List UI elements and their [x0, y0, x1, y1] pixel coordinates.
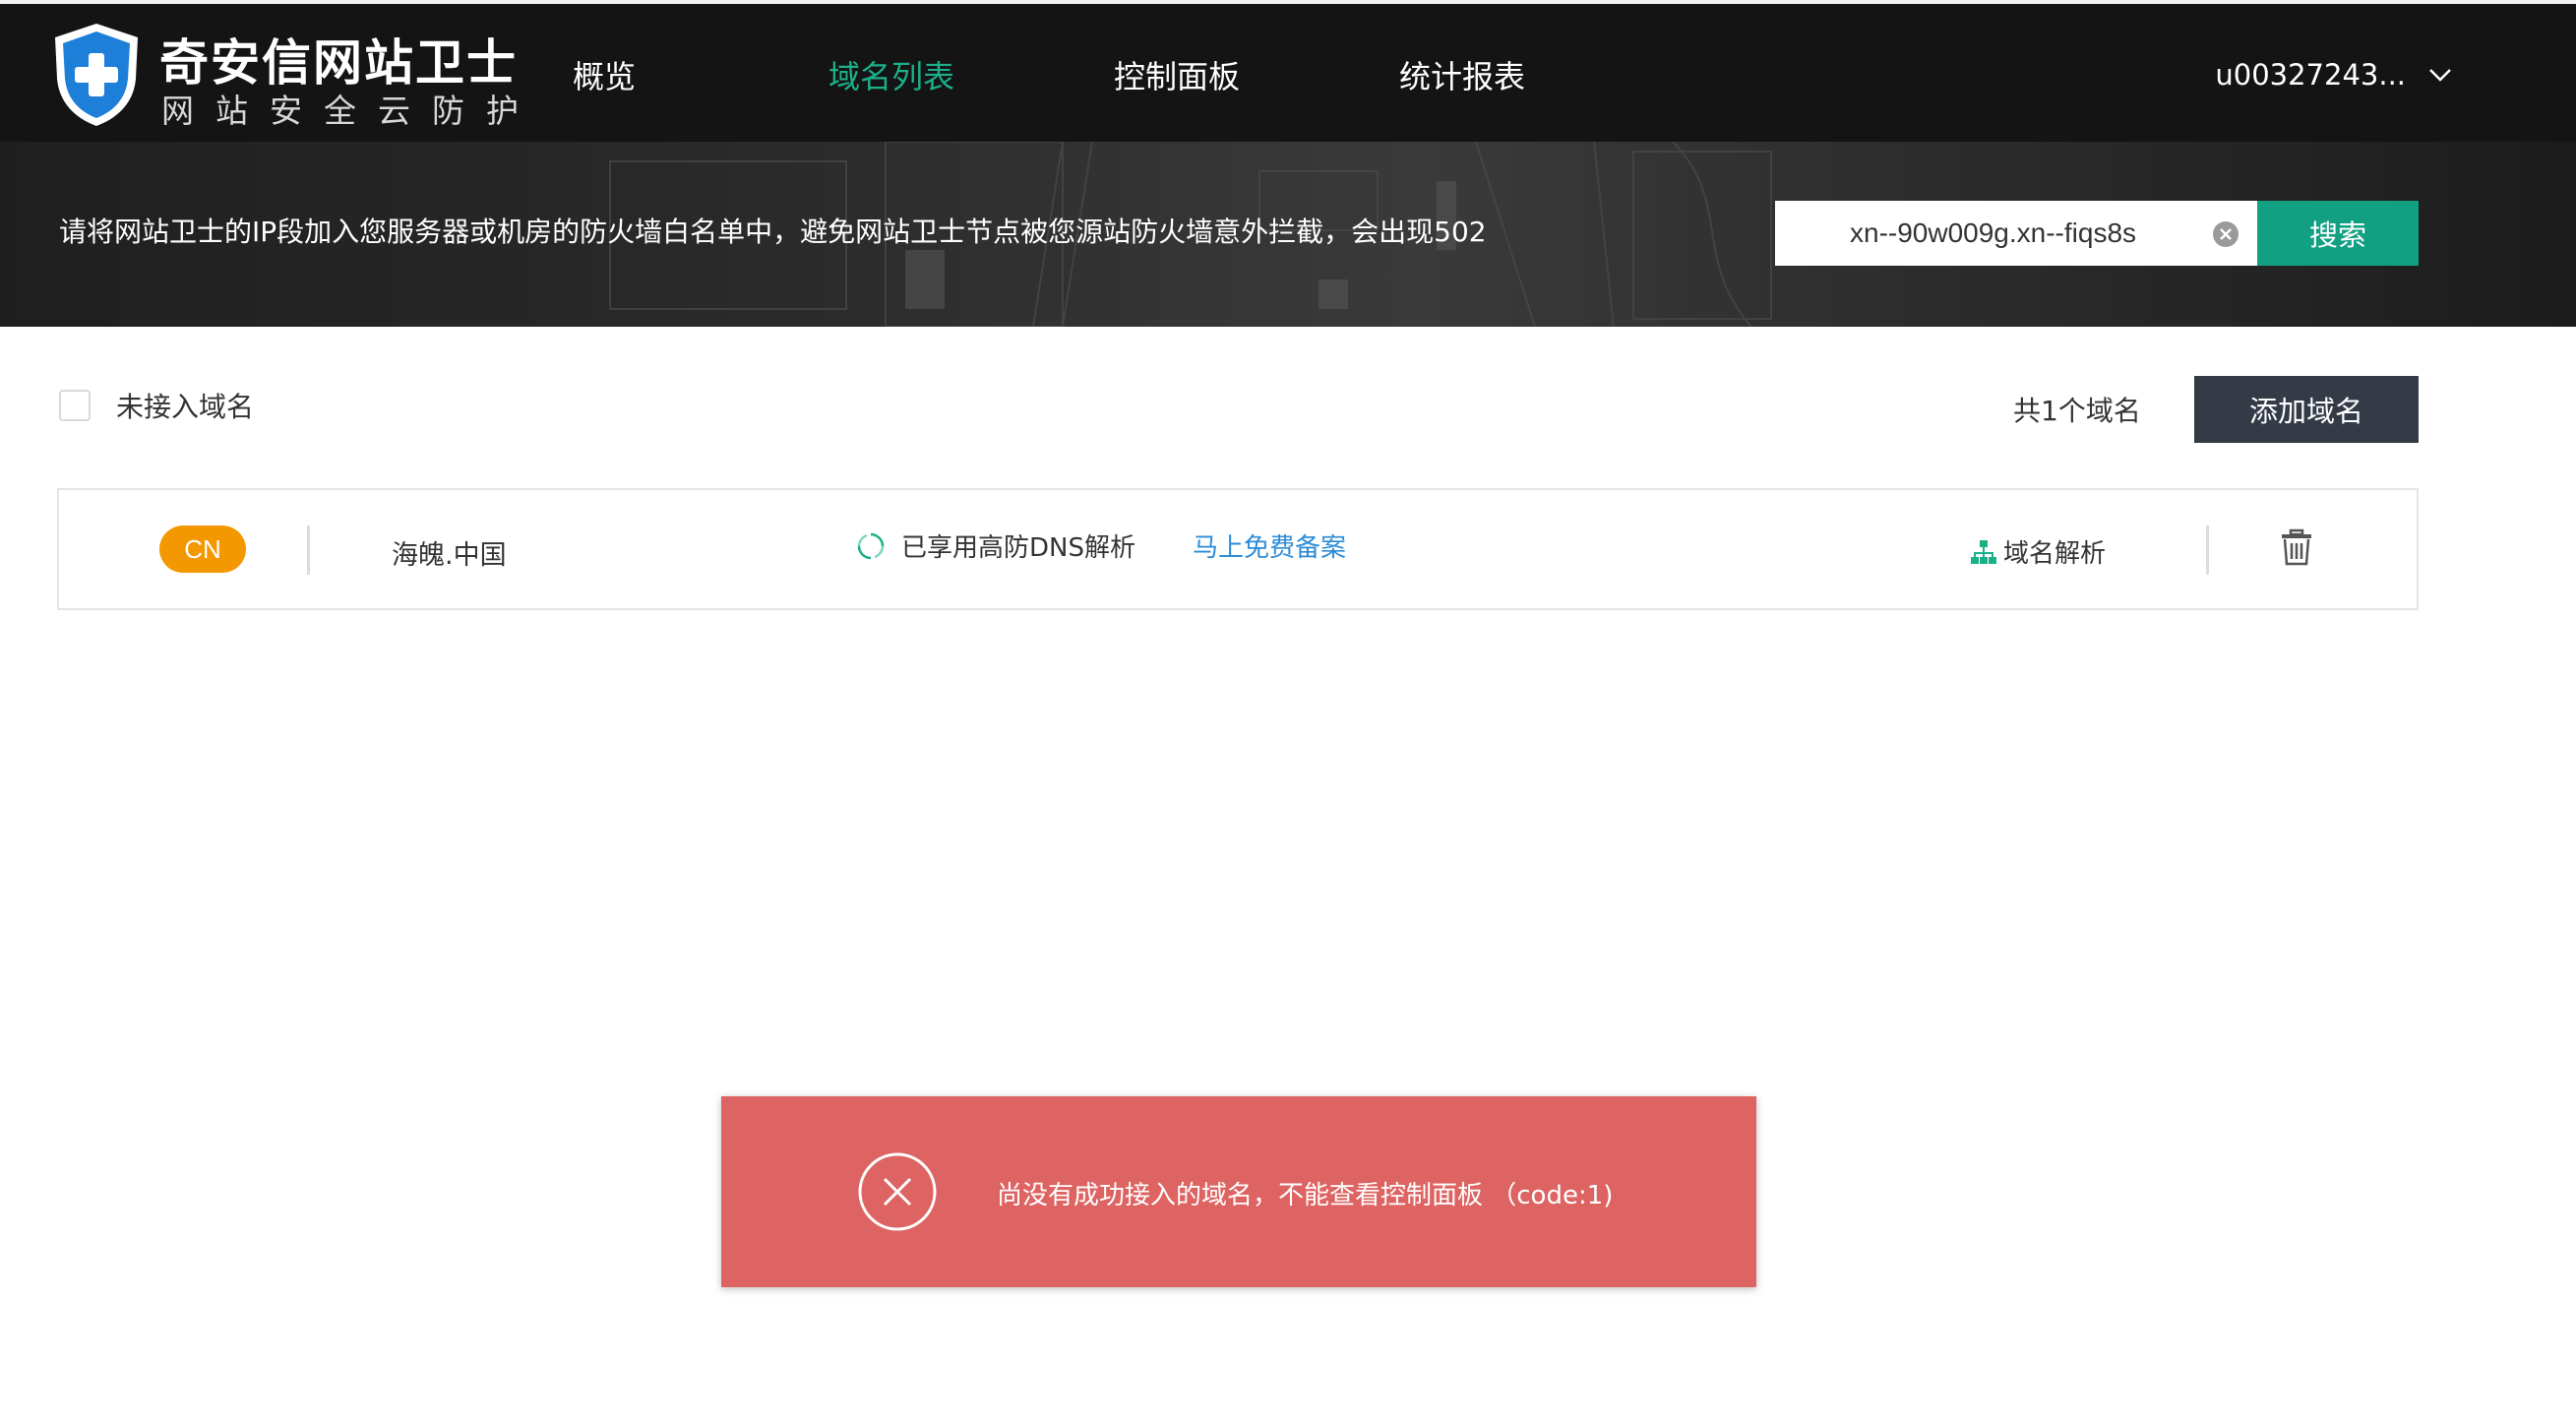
- nav-statistics[interactable]: 统计报表: [1399, 4, 1525, 146]
- toast-message: 尚没有成功接入的域名，不能查看控制面板 （code:1): [997, 1181, 1614, 1210]
- dns-status-label: 已享用高防DNS解析: [901, 533, 1135, 563]
- clear-icon[interactable]: [2212, 220, 2239, 248]
- shield-logo-icon: [55, 24, 138, 126]
- top-navbar: 奇安信网站卫士 网站安全云防护 概览 域名列表 控制面板 统计报表 u00327…: [0, 0, 2576, 142]
- domain-name: 海魄.中国: [392, 540, 507, 571]
- sitemap-icon: [1971, 539, 1996, 564]
- user-name: u00327243...: [2215, 58, 2406, 92]
- error-circle-icon: [858, 1152, 937, 1231]
- refresh-icon: [857, 532, 885, 559]
- unconnected-domain-label[interactable]: 未接入域名: [116, 386, 254, 425]
- trash-icon[interactable]: [2277, 527, 2316, 567]
- domain-row: CN 海魄.中国 已享用高防DNS解析 马上免费备案 域名解析: [57, 488, 2419, 610]
- logo[interactable]: 奇安信网站卫士 网站安全云防护: [49, 18, 521, 132]
- user-menu[interactable]: u00327243...: [2215, 4, 2453, 146]
- search-button[interactable]: 搜索: [2257, 201, 2419, 266]
- error-toast: 尚没有成功接入的域名，不能查看控制面板 （code:1): [721, 1096, 1756, 1287]
- dns-status: 已享用高防DNS解析: [856, 527, 1135, 564]
- divider: [2206, 526, 2209, 575]
- firewall-notice: 请将网站卫士的IP段加入您服务器或机房的防火墙白名单中，避免网站卫士节点被您源站…: [59, 216, 1487, 248]
- search-box: [1775, 201, 2257, 266]
- logo-subtitle: 网站安全云防护: [161, 92, 540, 130]
- domain-resolve-link[interactable]: 域名解析: [1970, 533, 2106, 570]
- add-domain-button[interactable]: 添加域名: [2194, 376, 2419, 443]
- notice-banner: 请将网站卫士的IP段加入您服务器或机房的防火墙白名单中，避免网站卫士节点被您源站…: [0, 142, 2576, 327]
- nav-overview[interactable]: 概览: [573, 4, 636, 146]
- chevron-down-icon: [2429, 69, 2451, 82]
- search-input[interactable]: [1775, 201, 2208, 266]
- unconnected-domain-checkbox[interactable]: [59, 390, 91, 421]
- nav-domain-list[interactable]: 域名列表: [828, 4, 954, 146]
- free-beian-link[interactable]: 马上免费备案: [1193, 527, 1346, 564]
- divider: [307, 526, 310, 575]
- nav-control-panel[interactable]: 控制面板: [1114, 4, 1240, 146]
- tld-badge: CN: [159, 526, 246, 573]
- domain-count: 共1个域名: [2013, 395, 2141, 427]
- domain-resolve-label: 域名解析: [2003, 539, 2107, 569]
